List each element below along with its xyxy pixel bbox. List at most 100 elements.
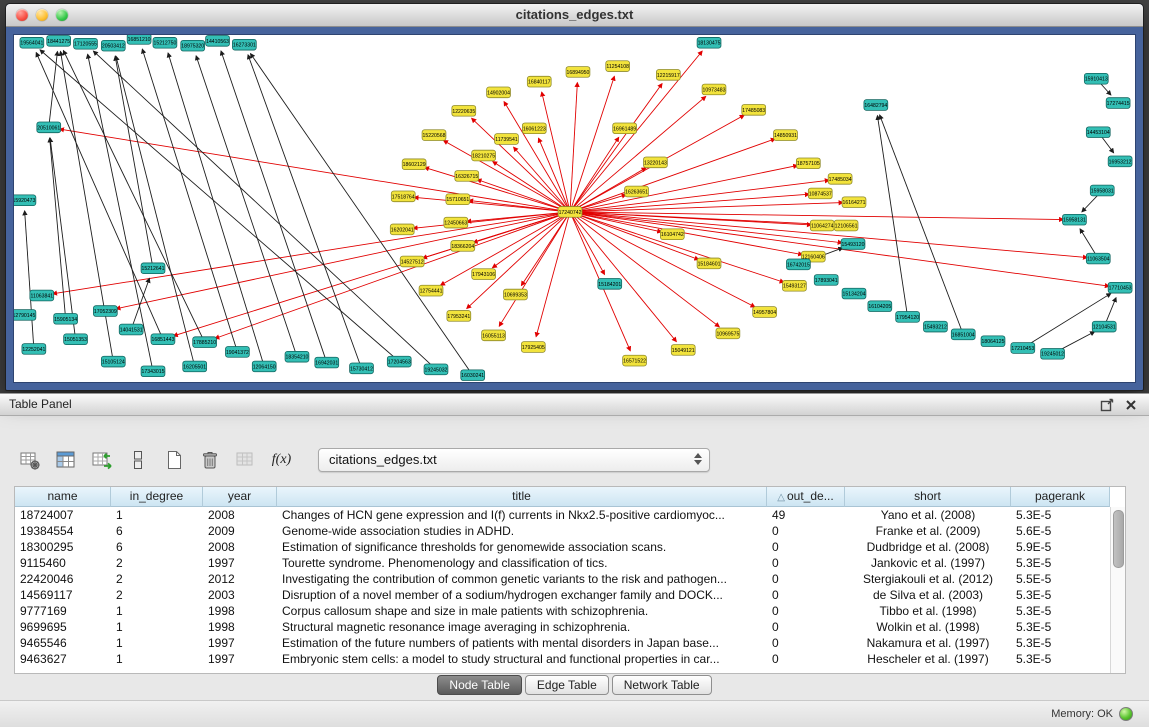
network-node[interactable]: 10874537 bbox=[808, 188, 832, 199]
window-titlebar[interactable]: citations_edges.txt bbox=[6, 4, 1143, 27]
table-mode-icon[interactable] bbox=[16, 447, 43, 474]
network-node[interactable]: 17925405 bbox=[521, 342, 545, 353]
network-node[interactable]: 16055113 bbox=[482, 330, 506, 341]
scrollbar-thumb[interactable] bbox=[1113, 510, 1124, 568]
network-edge[interactable] bbox=[131, 278, 149, 329]
network-node[interactable]: 15920473 bbox=[14, 195, 36, 206]
network-node[interactable]: 17885210 bbox=[193, 337, 217, 348]
network-node[interactable]: 15958131 bbox=[1063, 214, 1087, 225]
network-node[interactable]: 16263651 bbox=[625, 186, 649, 197]
network-node[interactable]: 12790145 bbox=[14, 310, 36, 321]
network-node[interactable]: 16961489 bbox=[613, 123, 637, 134]
network-node[interactable]: 16942031 bbox=[315, 357, 339, 368]
table-row[interactable]: 911546021997Tourette syndrome. Phenomeno… bbox=[15, 555, 1110, 571]
network-edge[interactable] bbox=[521, 212, 570, 286]
import-table-icon[interactable] bbox=[232, 447, 259, 474]
network-edge[interactable] bbox=[63, 50, 204, 342]
network-edge[interactable] bbox=[196, 56, 297, 357]
network-node[interactable]: 18441275 bbox=[47, 35, 71, 46]
network-node[interactable]: 10699353 bbox=[504, 289, 528, 300]
network-node[interactable]: 18064125 bbox=[981, 336, 1005, 347]
network-node[interactable]: 19245012 bbox=[1041, 348, 1065, 359]
network-node[interactable]: 18975320 bbox=[181, 40, 205, 51]
table-row[interactable]: 1456911722003Disruption of a novel membe… bbox=[15, 587, 1110, 603]
minimize-window-button[interactable] bbox=[36, 9, 48, 21]
network-node[interactable]: 16851443 bbox=[151, 334, 175, 345]
column-header-short[interactable]: short bbox=[845, 487, 1011, 507]
table-row[interactable]: 2242004622012Investigating the contribut… bbox=[15, 571, 1110, 587]
network-node[interactable]: 16205501 bbox=[183, 361, 207, 372]
table-row[interactable]: 946554611997Estimation of the future num… bbox=[15, 635, 1110, 651]
network-node[interactable]: 16326715 bbox=[455, 171, 479, 182]
network-node[interactable]: 15910413 bbox=[1084, 73, 1108, 84]
network-node[interactable]: 15212641 bbox=[141, 263, 165, 274]
table-row[interactable]: 977716911998Corpus callosum shape and si… bbox=[15, 603, 1110, 619]
network-node[interactable]: 13220143 bbox=[644, 157, 668, 168]
network-node[interactable]: 18130475 bbox=[697, 37, 721, 48]
network-node[interactable]: 12450663 bbox=[444, 217, 468, 228]
network-node[interactable]: 14527512 bbox=[400, 256, 424, 267]
network-edge[interactable] bbox=[542, 92, 570, 212]
table-row[interactable]: 1872400712008Changes of HCN gene express… bbox=[15, 507, 1110, 523]
network-node[interactable]: 17204563 bbox=[387, 356, 411, 367]
network-node[interactable]: 17120555 bbox=[74, 38, 98, 49]
network-node[interactable]: 16851004 bbox=[951, 329, 975, 340]
network-node[interactable]: 15134204 bbox=[842, 288, 866, 299]
network-node[interactable]: 15493120 bbox=[841, 239, 865, 250]
network-node[interactable]: 12064150 bbox=[252, 361, 276, 372]
tab-edge-table[interactable]: Edge Table bbox=[525, 675, 609, 695]
network-node[interactable]: 12104531 bbox=[1092, 321, 1116, 332]
network-node[interactable]: 16571522 bbox=[623, 355, 647, 366]
network-node[interactable]: 16742015 bbox=[786, 259, 810, 270]
network-edge[interactable] bbox=[115, 56, 153, 268]
network-node[interactable]: 17893041 bbox=[814, 275, 838, 286]
network-node[interactable]: 16894950 bbox=[566, 67, 590, 78]
network-node[interactable]: 15105124 bbox=[101, 356, 125, 367]
network-node[interactable]: 17954120 bbox=[896, 312, 920, 323]
network-node[interactable]: 15730412 bbox=[350, 363, 374, 374]
function-builder-icon[interactable]: f(x) bbox=[268, 447, 295, 474]
network-node[interactable]: 17240742 bbox=[558, 207, 582, 218]
network-node[interactable]: 16953212 bbox=[1108, 156, 1132, 167]
table-row[interactable]: 946362711997Embryonic stem cells: a mode… bbox=[15, 651, 1110, 667]
network-edge[interactable] bbox=[49, 51, 58, 127]
column-header-in-degree[interactable]: in_degree bbox=[111, 487, 203, 507]
network-node[interactable]: 17518764 bbox=[391, 191, 415, 202]
network-edge[interactable] bbox=[116, 212, 570, 309]
column-header-out-de-[interactable]: △out_de... bbox=[767, 487, 845, 507]
table-row[interactable]: 1830029562008Estimation of significance … bbox=[15, 539, 1110, 555]
network-node[interactable]: 15958031 bbox=[1090, 185, 1114, 196]
network-node[interactable]: 18757105 bbox=[796, 158, 820, 169]
network-edge[interactable] bbox=[60, 129, 571, 212]
table-row[interactable]: 969969511998Structural magnetic resonanc… bbox=[15, 619, 1110, 635]
network-node[interactable]: 12252041 bbox=[22, 344, 46, 355]
network-node[interactable]: 19564041 bbox=[20, 37, 44, 48]
network-edge[interactable] bbox=[50, 138, 75, 339]
network-node[interactable]: 14957804 bbox=[753, 307, 777, 318]
network-edge[interactable] bbox=[504, 102, 570, 212]
show-columns-icon[interactable] bbox=[52, 447, 79, 474]
network-node[interactable]: 16061223 bbox=[522, 123, 546, 134]
network-node[interactable]: 15710651 bbox=[446, 194, 470, 205]
create-column-icon[interactable] bbox=[160, 447, 187, 474]
network-edge[interactable] bbox=[142, 49, 237, 352]
network-node[interactable]: 14041531 bbox=[119, 324, 143, 335]
network-node[interactable]: 17953241 bbox=[447, 311, 471, 322]
network-node[interactable]: 16104742 bbox=[660, 229, 684, 240]
network-node[interactable]: 17943106 bbox=[472, 269, 496, 280]
network-node[interactable]: 16030241 bbox=[461, 370, 485, 381]
network-node[interactable]: 11063841 bbox=[30, 290, 54, 301]
network-edge[interactable] bbox=[1023, 293, 1111, 348]
network-edge[interactable] bbox=[248, 55, 362, 369]
network-node[interactable]: 16840117 bbox=[527, 76, 551, 87]
close-panel-icon[interactable] bbox=[1123, 397, 1139, 413]
network-edge[interactable] bbox=[877, 116, 907, 317]
network-node[interactable]: 14453104 bbox=[1086, 127, 1110, 138]
delete-columns-icon[interactable] bbox=[196, 447, 223, 474]
network-node[interactable]: 18366204 bbox=[451, 241, 475, 252]
network-graph[interactable]: 1724074211254108122159171097348317485083… bbox=[14, 35, 1135, 382]
network-node[interactable]: 16202041 bbox=[390, 224, 414, 235]
table-vertical-scrollbar[interactable] bbox=[1110, 507, 1125, 673]
network-canvas[interactable]: 1724074211254108122159171097348317485083… bbox=[13, 34, 1136, 383]
network-node[interactable]: 17485083 bbox=[742, 104, 766, 115]
